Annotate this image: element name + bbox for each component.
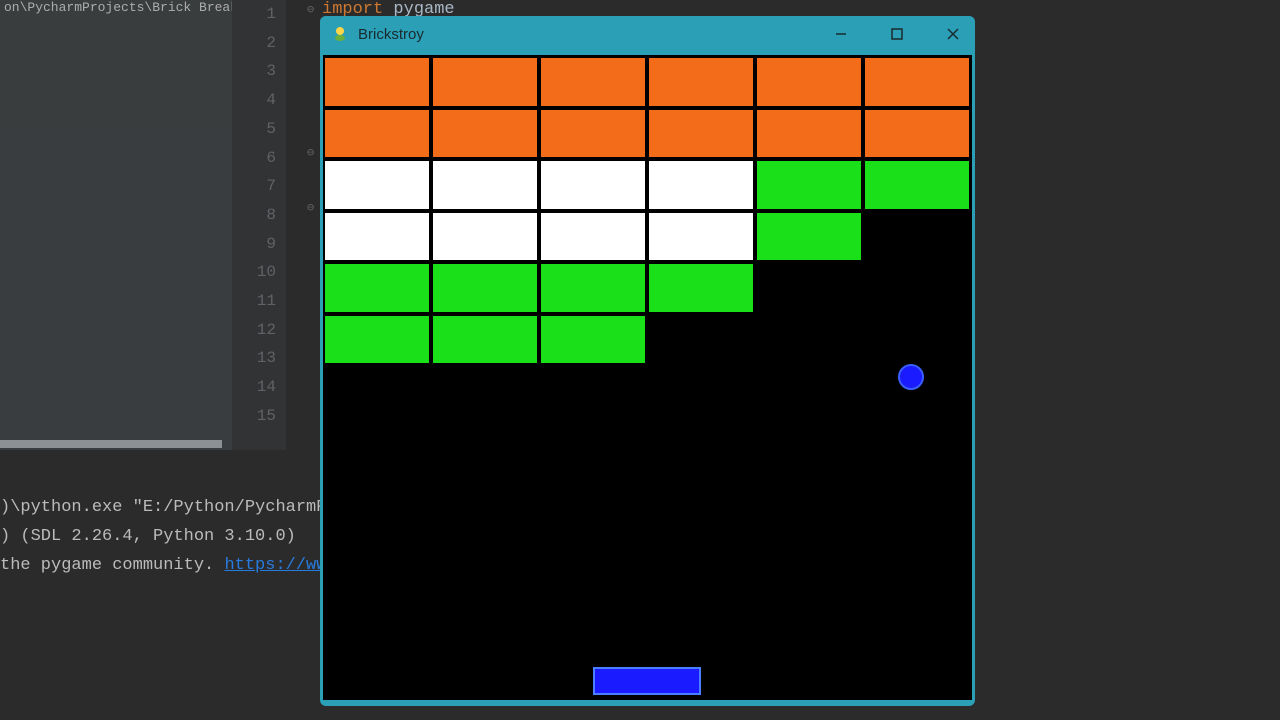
brick-white: [647, 159, 755, 211]
brick-white: [431, 159, 539, 211]
fold-icon[interactable]: ⊖: [307, 200, 314, 215]
window-controls: [829, 22, 965, 46]
console-text: the pygame community.: [0, 556, 224, 575]
brick-green: [431, 314, 539, 366]
line-number: 3: [232, 57, 276, 86]
close-button[interactable]: [941, 22, 965, 46]
brick-white: [539, 159, 647, 211]
brick-orange: [863, 56, 971, 108]
pygame-link[interactable]: https://ww: [224, 556, 326, 575]
brick-orange: [755, 56, 863, 108]
brick-orange: [863, 108, 971, 160]
window-title: Brickstroy: [358, 26, 829, 43]
title-bar[interactable]: Brickstroy: [320, 16, 975, 52]
project-panel: on\PycharmProjects\Brick Breaker: [0, 0, 232, 450]
line-number: 1: [232, 0, 276, 29]
brick-orange: [431, 56, 539, 108]
game-canvas[interactable]: [323, 55, 972, 700]
game-paddle: [593, 667, 701, 695]
brick-green: [431, 262, 539, 314]
line-number: 10: [232, 258, 276, 287]
minimize-button[interactable]: [829, 22, 853, 46]
brick-green: [755, 211, 863, 263]
brick-orange: [323, 56, 431, 108]
brick-orange: [539, 108, 647, 160]
brick-white: [431, 211, 539, 263]
brick-green: [323, 314, 431, 366]
line-number: 11: [232, 287, 276, 316]
line-number: 6: [232, 144, 276, 173]
line-number: 5: [232, 115, 276, 144]
fold-icon[interactable]: ⊖: [307, 2, 314, 17]
editor-gutter: 123456789101112131415: [232, 0, 286, 450]
line-number: 12: [232, 316, 276, 345]
line-number: 8: [232, 201, 276, 230]
brick-orange: [647, 56, 755, 108]
fold-icon[interactable]: ⊖: [307, 145, 314, 160]
brick-white: [647, 211, 755, 263]
line-number: 4: [232, 86, 276, 115]
line-number: 9: [232, 230, 276, 259]
line-number: 14: [232, 373, 276, 402]
game-window: Brickstroy: [320, 16, 975, 706]
maximize-button[interactable]: [885, 22, 909, 46]
brick-green: [539, 262, 647, 314]
pygame-icon: [330, 24, 350, 44]
brick-white: [539, 211, 647, 263]
brick-green: [323, 262, 431, 314]
brick-orange: [755, 108, 863, 160]
brick-green: [863, 159, 971, 211]
brick-green: [539, 314, 647, 366]
line-number: 13: [232, 344, 276, 373]
line-number: 2: [232, 29, 276, 58]
project-path: on\PycharmProjects\Brick Breaker: [0, 0, 232, 15]
brick-orange: [647, 108, 755, 160]
line-number: 15: [232, 402, 276, 431]
line-number: 7: [232, 172, 276, 201]
brick-green: [755, 159, 863, 211]
brick-green: [647, 262, 755, 314]
brick-white: [323, 211, 431, 263]
panel-divider[interactable]: [0, 440, 222, 448]
brick-white: [323, 159, 431, 211]
brick-orange: [431, 108, 539, 160]
brick-orange: [539, 56, 647, 108]
game-ball: [898, 364, 924, 390]
brick-orange: [323, 108, 431, 160]
